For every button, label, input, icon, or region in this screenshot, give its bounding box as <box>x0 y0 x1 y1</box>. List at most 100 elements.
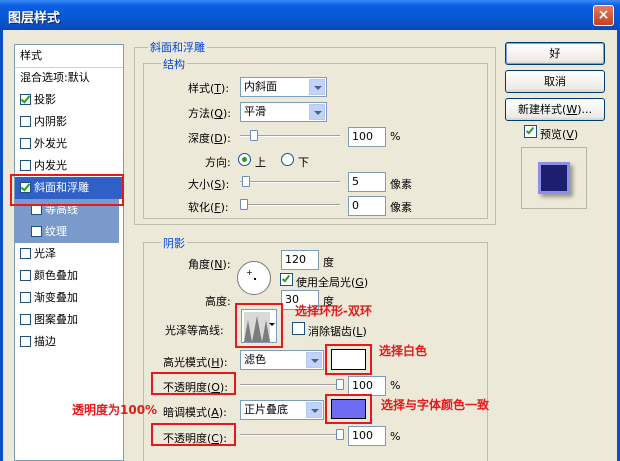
style-item-label: 混合选项:默认 <box>20 71 90 84</box>
shadow-opacity-slider[interactable] <box>240 434 344 436</box>
highlight-opacity-unit: % <box>390 379 401 392</box>
annotation-opacity: 透明度为100% <box>72 403 158 417</box>
size-slider-thumb[interactable] <box>242 176 250 187</box>
highlight-opacity-thumb[interactable] <box>336 379 344 390</box>
bevel-group-title: 斜面和浮雕 <box>148 39 207 55</box>
highlight-box-opacity-1 <box>151 372 236 395</box>
style-item-label: 渐变叠加 <box>34 291 78 304</box>
style-item-3[interactable]: 内阴影 <box>15 111 123 133</box>
style-item-1[interactable]: 混合选项:默认 <box>15 67 123 89</box>
checkmark-icon <box>525 125 535 135</box>
direction-label: 方向: <box>205 156 231 169</box>
ok-button[interactable]: 好 <box>505 42 605 65</box>
style-item-label: 纹理 <box>45 225 67 238</box>
angle-dial[interactable]: + <box>237 261 271 295</box>
style-item-label: 投影 <box>34 93 56 106</box>
soften-slider[interactable] <box>240 204 340 206</box>
direction-up-label: 上 <box>255 156 266 169</box>
chevron-down-icon <box>306 352 322 368</box>
style-item-label: 外发光 <box>34 137 67 150</box>
chevron-down-icon <box>309 79 325 95</box>
highlight-mode-label: 高光模式(H): <box>163 356 228 369</box>
style-item-checkbox[interactable] <box>31 226 42 237</box>
style-item-checkbox[interactable] <box>20 138 31 149</box>
highlight-box-white <box>325 344 372 375</box>
style-item-checkbox[interactable] <box>20 116 31 127</box>
structure-title: 结构 <box>161 56 187 72</box>
shadow-mode-select[interactable]: 正片叠底 <box>240 400 324 420</box>
shadow-opacity-unit: % <box>390 430 401 443</box>
style-item-0[interactable]: 样式 <box>15 45 123 67</box>
size-unit: 像素 <box>390 178 412 191</box>
shadow-mode-label: 暗调模式(A): <box>163 406 227 419</box>
style-item-checkbox[interactable] <box>20 314 31 325</box>
style-item-checkbox[interactable] <box>20 248 31 259</box>
global-light-checkbox[interactable] <box>280 273 293 286</box>
soften-input[interactable]: 0 <box>348 196 386 216</box>
highlight-box-contour <box>235 303 283 348</box>
direction-up-radio[interactable] <box>238 153 251 166</box>
style-item-checkbox[interactable] <box>20 94 31 105</box>
depth-slider-thumb[interactable] <box>250 130 258 141</box>
style-item-checkbox[interactable] <box>20 292 31 303</box>
preview-swatch <box>538 162 570 194</box>
soften-label: 软化(F): <box>188 201 229 214</box>
highlight-opacity-input[interactable]: 100 <box>348 376 386 396</box>
style-item-9[interactable]: 光泽 <box>15 243 123 265</box>
style-item-label: 内发光 <box>34 159 67 172</box>
shadow-opacity-input[interactable]: 100 <box>348 426 386 446</box>
technique-select[interactable]: 平滑 <box>240 102 327 122</box>
style-item-checkbox[interactable] <box>20 270 31 281</box>
angle-dial-center <box>254 278 256 280</box>
shading-title: 阴影 <box>161 235 187 251</box>
antialias-checkbox[interactable] <box>292 322 305 335</box>
style-item-label: 光泽 <box>34 247 56 260</box>
technique-label: 方法(Q): <box>188 107 231 120</box>
style-item-checkbox[interactable] <box>20 160 31 171</box>
annotation-white: 选择白色 <box>379 344 428 358</box>
gloss-contour-label: 光泽等高线: <box>165 324 224 337</box>
style-item-10[interactable]: 颜色叠加 <box>15 265 123 287</box>
soften-unit: 像素 <box>390 201 412 214</box>
style-item-label: 颜色叠加 <box>34 269 78 282</box>
preview-label: 预览(V) <box>540 128 579 141</box>
style-select[interactable]: 内斜面 <box>240 77 327 97</box>
chevron-down-icon <box>309 104 325 120</box>
global-light-label: 使用全局光(G) <box>296 276 369 289</box>
direction-down-label: 下 <box>298 156 309 169</box>
highlight-opacity-slider[interactable] <box>240 384 344 386</box>
preview-thumbnail <box>521 147 587 209</box>
angle-input[interactable]: 120 <box>281 250 319 270</box>
highlight-box-opacity-2 <box>151 423 236 446</box>
cancel-button[interactable]: 取消 <box>505 70 605 93</box>
depth-unit: % <box>390 130 401 143</box>
style-item-12[interactable]: 图案叠加 <box>15 309 123 331</box>
size-input[interactable]: 5 <box>348 172 386 192</box>
new-style-button[interactable]: 新建样式(W)... <box>505 98 605 121</box>
close-button[interactable]: × <box>593 5 614 26</box>
soften-slider-thumb[interactable] <box>240 199 248 210</box>
shadow-opacity-thumb[interactable] <box>336 429 344 440</box>
size-slider[interactable] <box>240 181 340 183</box>
direction-down-radio[interactable] <box>281 153 294 166</box>
depth-input[interactable]: 100 <box>348 127 386 147</box>
chevron-down-icon <box>306 402 322 418</box>
style-item-11[interactable]: 渐变叠加 <box>15 287 123 309</box>
style-item-8[interactable]: 纹理 <box>15 221 119 243</box>
altitude-label: 高度: <box>205 295 231 308</box>
style-item-13[interactable]: 描边 <box>15 331 123 353</box>
angle-label: 角度(N): <box>188 258 231 271</box>
highlight-mode-select[interactable]: 滤色 <box>240 350 324 370</box>
style-item-checkbox[interactable] <box>20 336 31 347</box>
preview-checkbox[interactable] <box>524 125 537 138</box>
style-item-label: 图案叠加 <box>34 313 78 326</box>
style-item-label: 样式 <box>20 49 42 62</box>
annotation-match-color: 选择与字体颜色一致 <box>381 398 490 412</box>
style-item-2[interactable]: 投影 <box>15 89 123 111</box>
styles-list: 样式 混合选项:默认 投影 内阴影 外发光 内发光 斜面和浮雕 等高线 纹理 光泽 颜色叠加 渐变叠加… <box>14 44 124 461</box>
style-label: 样式(T): <box>188 82 230 95</box>
highlight-box-bevel <box>10 174 124 206</box>
title-bar <box>0 0 620 30</box>
style-item-4[interactable]: 外发光 <box>15 133 123 155</box>
style-item-label: 描边 <box>34 335 56 348</box>
